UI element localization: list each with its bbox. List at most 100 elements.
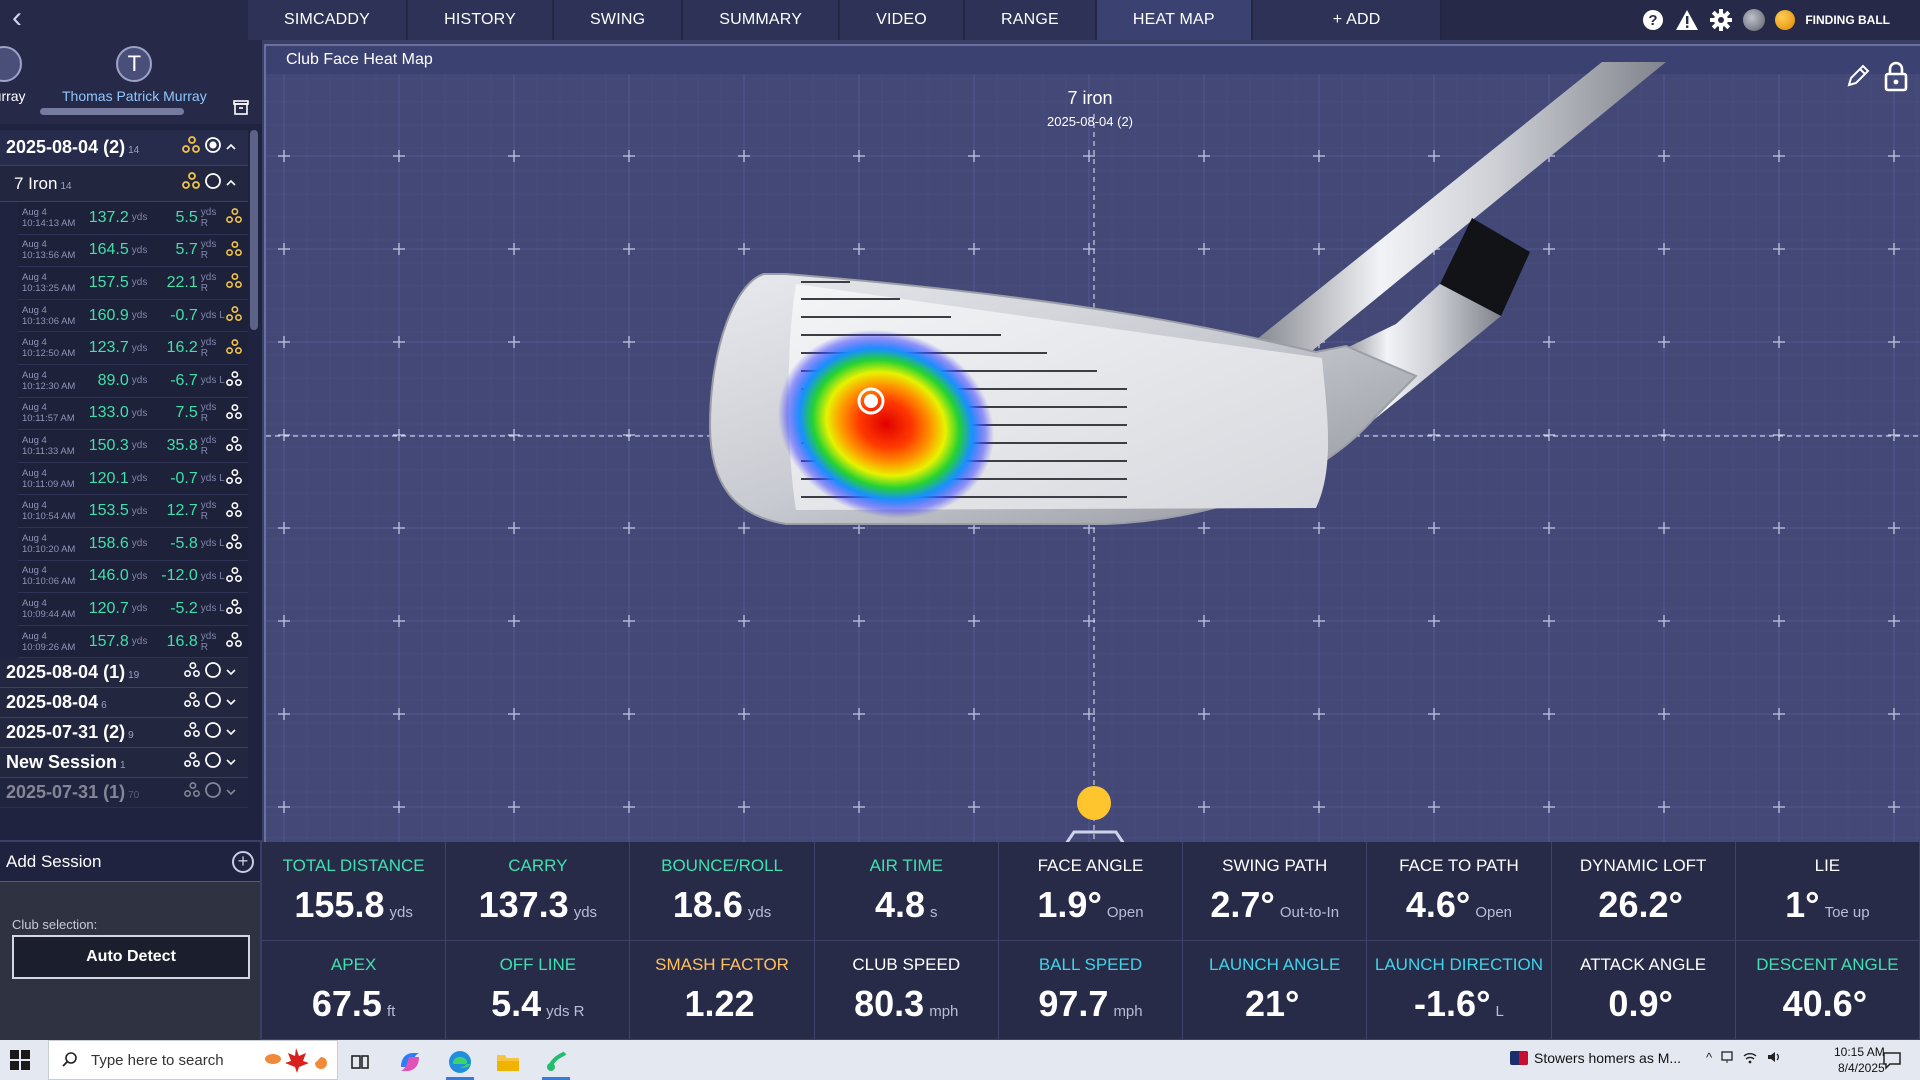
warning-icon[interactable] <box>1675 8 1699 32</box>
select-radio-icon[interactable] <box>204 781 222 804</box>
chevron-up-icon[interactable] <box>226 175 236 193</box>
tab-simcaddy[interactable]: SIMCADDY <box>248 0 409 40</box>
metric-value: 1° <box>1785 884 1820 925</box>
windows-start-icon[interactable] <box>10 1050 30 1070</box>
copilot-icon[interactable] <box>388 1044 432 1080</box>
shot-distance-unit: yds <box>131 505 148 517</box>
metric-label: BOUNCE/ROLL <box>661 856 783 875</box>
chevron-down-icon[interactable] <box>226 784 236 802</box>
news-widget[interactable]: Stowers homers as M... <box>1510 1050 1681 1066</box>
shot-row[interactable]: Aug 4 10:11:57 AM 133.0 yds 7.5 yds R <box>18 397 248 431</box>
shot-filter-icon[interactable] <box>226 338 248 358</box>
chevron-down-icon[interactable] <box>226 724 236 742</box>
taskbar-search[interactable]: Type here to search <box>48 1040 338 1080</box>
session-row[interactable]: 2025-08-04 (1) 19 <box>0 658 248 689</box>
shot-row[interactable]: Aug 4 10:11:33 AM 150.3 yds 35.8 yds R <box>18 430 248 463</box>
shot-row[interactable]: Aug 4 10:13:56 AM 164.5 yds 5.7 yds R <box>18 234 248 268</box>
player-scrollbar[interactable] <box>40 108 184 115</box>
tab-summary[interactable]: SUMMARY <box>683 0 841 40</box>
shot-filter-icon[interactable] <box>226 632 248 651</box>
filter-balls-icon[interactable] <box>184 752 200 773</box>
select-radio-icon[interactable] <box>204 691 222 714</box>
shot-filter-icon[interactable] <box>226 306 248 325</box>
club-selection-button[interactable]: Auto Detect <box>12 935 250 979</box>
shot-datetime: Aug 4 10:11:33 AM <box>22 434 75 457</box>
select-radio-icon[interactable] <box>204 721 222 744</box>
chevron-down-icon[interactable] <box>226 754 236 772</box>
player-murray[interactable]: Murray <box>0 46 26 104</box>
filter-balls-icon[interactable] <box>184 692 200 713</box>
filter-balls-icon[interactable] <box>184 722 200 743</box>
lock-icon[interactable] <box>1882 60 1912 92</box>
shot-filter-icon[interactable] <box>226 599 248 618</box>
tab-history[interactable]: HISTORY <box>408 0 555 40</box>
main-tabs: SIMCADDY HISTORY SWING SUMMARY VIDEO RAN… <box>248 0 1443 40</box>
chevron-up-icon[interactable]: ^ <box>1706 1050 1712 1067</box>
shot-row[interactable]: Aug 4 10:13:25 AM 157.5 yds 22.1 yds R <box>18 267 248 300</box>
tab-range[interactable]: RANGE <box>964 0 1097 40</box>
select-radio-icon[interactable] <box>204 172 222 195</box>
edit-pencil-icon[interactable] <box>1844 62 1874 92</box>
session-row-2025-08-04-2[interactable]: 2025-08-04 (2) 14 <box>0 130 248 166</box>
filter-balls-icon[interactable] <box>182 172 200 195</box>
chevron-down-icon[interactable] <box>226 694 236 712</box>
shot-row[interactable]: Aug 4 10:11:09 AM 120.1 yds -0.7 yds L <box>18 462 248 496</box>
chevron-up-icon[interactable] <box>226 139 236 157</box>
session-list-scrollbar[interactable] <box>250 130 258 330</box>
add-session-plus-icon[interactable]: + <box>232 850 254 873</box>
back-arrow-icon[interactable]: ‹ <box>4 3 30 34</box>
select-radio-icon[interactable] <box>204 751 222 774</box>
shot-row[interactable]: Aug 4 10:10:20 AM 158.6 yds -5.8 yds L <box>18 527 248 561</box>
shot-row[interactable]: Aug 4 10:13:06 AM 160.9 yds -0.7 yds L <box>18 299 248 333</box>
filter-balls-icon[interactable] <box>184 782 200 803</box>
shot-filter-icon[interactable] <box>226 273 248 292</box>
file-explorer-icon[interactable] <box>486 1044 530 1080</box>
shot-row[interactable]: Aug 4 10:12:50 AM 123.7 yds 16.2 yds R <box>18 332 248 365</box>
session-row[interactable]: 2025-07-31 (1) 70 <box>0 778 248 809</box>
select-radio-icon[interactable] <box>204 661 222 684</box>
shot-filter-icon[interactable] <box>226 469 248 488</box>
archive-icon[interactable] <box>232 98 252 118</box>
shot-filter-icon[interactable] <box>226 208 248 227</box>
settings-gear-icon[interactable] <box>1709 8 1733 32</box>
filter-balls-icon[interactable] <box>182 136 200 159</box>
player-thomas-patrick-murray[interactable]: T Thomas Patrick Murray <box>62 46 207 104</box>
session-row[interactable]: 2025-08-04 6 <box>0 688 248 719</box>
shot-filter-icon[interactable] <box>226 240 248 260</box>
shot-filter-icon[interactable] <box>226 566 248 586</box>
club-group-7-iron[interactable]: 7 Iron 14 <box>0 166 248 202</box>
shot-distance-unit: yds <box>131 310 148 322</box>
center-ball-marker[interactable] <box>1077 786 1111 820</box>
taskbar-clock[interactable]: 10:15 AM 8/4/2025 <box>1834 1044 1885 1076</box>
chevron-down-icon[interactable] <box>226 664 236 682</box>
shot-filter-icon[interactable] <box>226 534 248 553</box>
add-session-row[interactable]: Add Session + <box>0 842 260 882</box>
edge-browser-icon[interactable] <box>438 1044 482 1080</box>
shot-filter-icon[interactable] <box>226 371 248 390</box>
network-device-icon[interactable] <box>1720 1050 1734 1067</box>
shot-row[interactable]: Aug 4 10:09:26 AM 157.8 yds 16.8 yds R <box>18 625 248 659</box>
session-row[interactable]: New Session 1 <box>0 748 248 779</box>
shot-row[interactable]: Aug 4 10:14:13 AM 137.2 yds 5.5 yds R <box>18 202 248 235</box>
shot-filter-icon[interactable] <box>226 403 248 423</box>
shot-row[interactable]: Aug 4 10:09:44 AM 120.7 yds -5.2 yds L <box>18 593 248 626</box>
wifi-icon[interactable] <box>1742 1050 1758 1067</box>
shot-filter-icon[interactable] <box>226 501 248 521</box>
shot-row[interactable]: Aug 4 10:12:30 AM 89.0 yds -6.7 yds L <box>18 364 248 398</box>
notifications-icon[interactable] <box>1882 1050 1902 1070</box>
tab-heat-map[interactable]: HEAT MAP <box>1096 0 1253 40</box>
add-tab-button[interactable]: + ADD <box>1252 0 1443 40</box>
session-row[interactable]: 2025-07-31 (2) 9 <box>0 718 248 749</box>
filter-balls-icon[interactable] <box>184 662 200 683</box>
tab-video[interactable]: VIDEO <box>840 0 965 40</box>
shot-row[interactable]: Aug 4 10:10:54 AM 153.5 yds 12.7 yds R <box>18 495 248 528</box>
volume-icon[interactable] <box>1766 1050 1782 1067</box>
golf-app-icon[interactable] <box>534 1044 578 1080</box>
launch-monitor-icon[interactable] <box>1743 9 1766 31</box>
task-view-icon[interactable] <box>338 1044 382 1080</box>
help-icon[interactable]: ? <box>1641 8 1665 32</box>
select-radio-icon[interactable] <box>204 136 222 159</box>
shot-filter-icon[interactable] <box>226 436 248 455</box>
shot-row[interactable]: Aug 4 10:10:06 AM 146.0 yds -12.0 yds L <box>18 560 248 594</box>
tab-swing[interactable]: SWING <box>554 0 684 40</box>
